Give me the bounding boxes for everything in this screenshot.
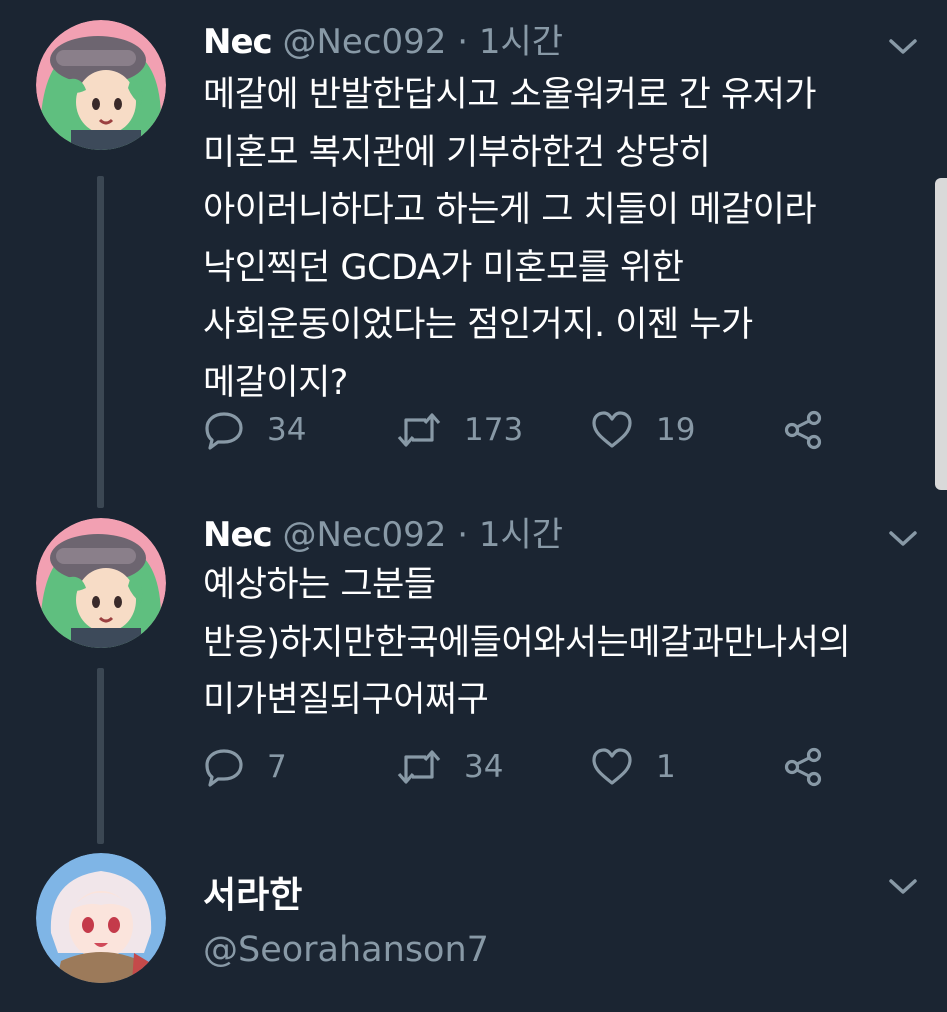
author-name[interactable]: Nec	[203, 22, 273, 62]
tweet-text-line: 아이러니하다고 하는게 그 치들이 메갈이라	[203, 190, 817, 230]
thread-connector-line	[97, 176, 104, 508]
retweet-icon	[397, 413, 441, 447]
reply-count: 7	[267, 749, 287, 785]
tweet-text: 메갈에 반발한답시고 소울워커로 간 유저가 미혼모 복지관에 기부하한건 상당…	[203, 67, 817, 412]
tweet-time[interactable]: 1시간	[479, 515, 563, 555]
tweet-header: Nec @Nec092 · 1시간	[203, 515, 563, 555]
chevron-down-icon[interactable]	[886, 528, 920, 550]
reply-button[interactable]: 34	[203, 410, 306, 450]
white-hair-character-avatar	[36, 853, 166, 983]
tweet-text-line: 사회운동이었다는 점인거지. 이젠 누가	[203, 305, 753, 345]
scrollbar[interactable]	[935, 178, 947, 490]
retweet-button[interactable]: 34	[396, 747, 503, 787]
like-count: 1	[656, 749, 676, 785]
tweet-text-line: 메갈에 반발한답시고 소울워커로 간 유저가	[203, 75, 817, 115]
green-hair-character-avatar	[36, 518, 166, 648]
tweet-header: Nec @Nec092 · 1시간	[203, 22, 563, 62]
like-count: 19	[656, 412, 696, 448]
user-name[interactable]: 서라한	[203, 873, 302, 919]
share-button[interactable]	[782, 410, 826, 450]
heart-icon	[592, 748, 632, 785]
tweet-time[interactable]: 1시간	[479, 22, 563, 62]
like-button[interactable]: 1	[590, 747, 676, 787]
tweet-text-line: 미가변질되구어쩌구	[203, 680, 489, 720]
tweet-text-line: 메갈이지?	[203, 362, 348, 403]
retweet-count: 173	[464, 412, 524, 448]
tweet-text: 예상하는 그분들 반응)하지만한국에들어와서는메갈과만나서의 미가변질되구어쩌구	[203, 557, 851, 730]
retweet-button[interactable]: 173	[396, 410, 523, 450]
retweet-count: 34	[464, 749, 504, 785]
thread-connector-line	[97, 668, 104, 844]
reply-icon	[205, 412, 243, 450]
tweet-text-line: 예상하는 그분들	[203, 565, 436, 605]
heart-icon	[592, 411, 632, 448]
tweet-text-line: 낙인찍던 GCDA가 미혼모를 위한	[203, 247, 684, 288]
reply-icon	[205, 749, 243, 787]
chevron-down-icon[interactable]	[886, 36, 920, 58]
avatar[interactable]	[36, 853, 166, 983]
tweet-text-line: 반응)하지만한국에들어와서는메갈과만나서의	[203, 622, 851, 663]
green-hair-character-avatar	[36, 20, 166, 150]
author-name[interactable]: Nec	[203, 515, 273, 555]
author-handle[interactable]: @Nec092	[282, 22, 446, 62]
author-handle[interactable]: @Nec092	[282, 515, 446, 555]
user-handle[interactable]: @Seorahanson7	[203, 928, 489, 972]
like-button[interactable]: 19	[590, 410, 695, 450]
avatar[interactable]	[36, 518, 166, 648]
share-button[interactable]	[782, 747, 826, 787]
retweet-icon	[397, 750, 441, 784]
tweet-text-line: 미혼모 복지관에 기부하한건 상당히	[203, 132, 711, 173]
share-icon	[784, 410, 822, 450]
avatar[interactable]	[36, 20, 166, 150]
header-separator: ·	[457, 22, 469, 62]
header-separator: ·	[457, 515, 469, 555]
reply-count: 34	[267, 412, 307, 448]
reply-button[interactable]: 7	[203, 747, 287, 787]
chevron-down-icon[interactable]	[886, 876, 920, 898]
share-icon	[784, 747, 822, 787]
